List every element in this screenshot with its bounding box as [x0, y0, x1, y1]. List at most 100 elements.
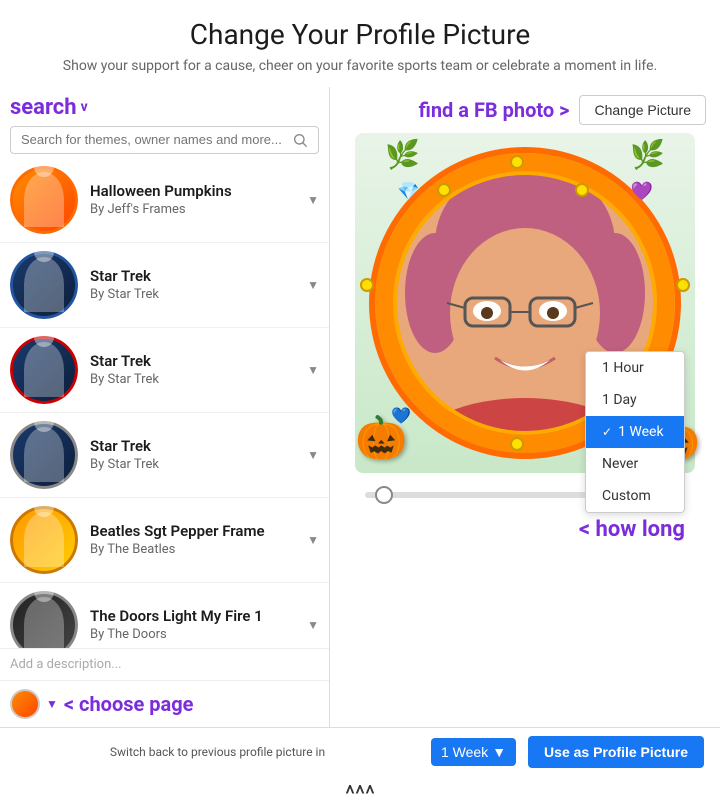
option-label: 1 Hour — [602, 360, 644, 376]
frame-author: By The Doors — [90, 627, 319, 642]
frame-name: The Doors Light My Fire 1 — [90, 607, 319, 625]
list-item[interactable]: Star Trek By Star Trek ▼ — [0, 413, 329, 498]
frame-info: Star Trek By Star Trek — [90, 352, 319, 387]
frame-author: By Star Trek — [90, 287, 319, 302]
duration-option-1week[interactable]: 1 Week — [586, 416, 684, 448]
frame-name: Star Trek — [90, 267, 319, 285]
person-silhouette — [24, 257, 64, 312]
search-input-wrapper[interactable] — [10, 126, 319, 154]
frame-name: Beatles Sgt Pepper Frame — [90, 522, 319, 540]
thumb-bg-doors — [10, 591, 78, 648]
list-item[interactable]: Beatles Sgt Pepper Frame By The Beatles … — [0, 498, 329, 583]
frame-author: By Star Trek — [90, 372, 319, 387]
arrows-label: ^^^ — [345, 780, 375, 808]
search-input[interactable] — [21, 132, 292, 147]
list-item[interactable]: The Doors Light My Fire 1 By The Doors ▼ — [0, 583, 329, 648]
main-layout: search v Halloween — [0, 87, 720, 727]
page-title: Change Your Profile Picture — [20, 18, 700, 51]
week-select-chevron-icon: ▼ — [492, 744, 506, 760]
frame-list: Halloween Pumpkins By Jeff's Frames ▼ St… — [0, 158, 329, 648]
option-label: Custom — [602, 488, 651, 504]
thumb-bg-startrek2 — [10, 336, 78, 404]
ring-dot — [437, 183, 451, 197]
ring-dot — [510, 155, 524, 169]
option-label: 1 Day — [602, 392, 637, 408]
plant-left-icon: 🌿 — [385, 138, 420, 171]
how-long-label: < how long — [355, 517, 695, 542]
thumb-bg-halloween — [10, 166, 78, 234]
ring-dot — [676, 278, 690, 292]
chevron-down-icon: ▼ — [307, 448, 319, 462]
thumb-bg-beatles — [10, 506, 78, 574]
list-item[interactable]: Halloween Pumpkins By Jeff's Frames ▼ — [0, 158, 329, 243]
duration-option-1day[interactable]: 1 Day — [586, 384, 684, 416]
person-silhouette — [24, 597, 64, 648]
frame-info: Beatles Sgt Pepper Frame By The Beatles — [90, 522, 319, 557]
left-panel: search v Halloween — [0, 87, 330, 727]
option-label: Never — [602, 456, 638, 472]
frame-name: Halloween Pumpkins — [90, 182, 319, 200]
person-silhouette — [24, 512, 64, 567]
chevron-down-icon: ▼ — [307, 278, 319, 292]
duration-thumb[interactable] — [375, 486, 393, 504]
frame-info: The Doors Light My Fire 1 By The Doors — [90, 607, 319, 642]
frame-thumbnail — [10, 506, 78, 574]
frame-author: By Jeff's Frames — [90, 202, 319, 217]
frame-thumbnail — [10, 166, 78, 234]
bottom-action-bar: Switch back to previous profile picture … — [0, 727, 720, 776]
chevron-down-icon: ▼ — [307, 533, 319, 547]
description-field[interactable]: Add a description... — [0, 648, 329, 680]
ring-dot — [575, 183, 589, 197]
ring-dot — [360, 278, 374, 292]
thumb-bg-startrek3 — [10, 421, 78, 489]
list-item[interactable]: Star Trek By Star Trek ▼ — [0, 328, 329, 413]
frame-info: Halloween Pumpkins By Jeff's Frames — [90, 182, 319, 217]
person-silhouette — [24, 172, 64, 227]
choose-page-row[interactable]: ▼ < choose page — [0, 680, 329, 727]
person-silhouette — [24, 427, 64, 482]
duration-option-never[interactable]: Never — [586, 448, 684, 480]
ring-dot — [510, 437, 524, 451]
frame-author: By Star Trek — [90, 457, 319, 472]
frame-name: Star Trek — [90, 352, 319, 370]
gem-topleft-icon: 💎 — [397, 181, 419, 202]
week-select-button[interactable]: 1 Week ▼ — [431, 738, 516, 766]
pumpkin-left-icon: 🎃 — [355, 414, 407, 463]
search-section: search v — [0, 87, 329, 158]
frame-thumbnail — [10, 251, 78, 319]
change-picture-button[interactable]: Change Picture — [579, 95, 706, 125]
chevron-down-icon: ▼ — [307, 618, 319, 632]
frame-author: By The Beatles — [90, 542, 319, 557]
arrows-row: ^^^ — [0, 776, 720, 812]
use-as-profile-button[interactable]: Use as Profile Picture — [528, 736, 704, 768]
week-select-label: 1 Week — [441, 744, 488, 760]
search-icon — [292, 132, 308, 148]
duration-dropdown[interactable]: 1 Hour 1 Day 1 Week Never Custom — [585, 351, 685, 513]
person-silhouette — [24, 342, 64, 397]
thumb-bg-startrek1 — [10, 251, 78, 319]
switch-back-text: Switch back to previous profile picture … — [16, 745, 419, 759]
duration-option-1hour[interactable]: 1 Hour — [586, 352, 684, 384]
search-label: search v — [10, 95, 88, 120]
frame-thumbnail — [10, 336, 78, 404]
frame-thumbnail — [10, 591, 78, 648]
frame-info: Star Trek By Star Trek — [90, 267, 319, 302]
duration-section: + 1 Hour 1 Day 1 Week Never Custom — [355, 481, 695, 513]
frame-info: Star Trek By Star Trek — [90, 437, 319, 472]
plant-right-icon: 🌿 — [630, 138, 665, 171]
list-item[interactable]: Star Trek By Star Trek ▼ — [0, 243, 329, 328]
find-fb-label: find a FB photo > — [419, 98, 570, 122]
chevron-down-icon: ▼ — [307, 193, 319, 207]
right-panel: find a FB photo > Change Picture 🌿 🌿 — [330, 87, 720, 727]
search-chevron-icon: v — [81, 99, 88, 115]
frame-thumbnail — [10, 421, 78, 489]
page-subtitle: Show your support for a cause, cheer on … — [20, 57, 700, 77]
frame-name: Star Trek — [90, 437, 319, 455]
right-top-bar: find a FB photo > Change Picture — [330, 87, 720, 133]
option-label: 1 Week — [618, 424, 664, 440]
page-header: Change Your Profile Picture Show your su… — [0, 0, 720, 87]
duration-option-custom[interactable]: Custom — [586, 480, 684, 512]
chevron-down-icon: ▼ — [307, 363, 319, 377]
description-placeholder: Add a description... — [10, 657, 122, 672]
gem-topright-icon: 💜 — [631, 181, 653, 202]
